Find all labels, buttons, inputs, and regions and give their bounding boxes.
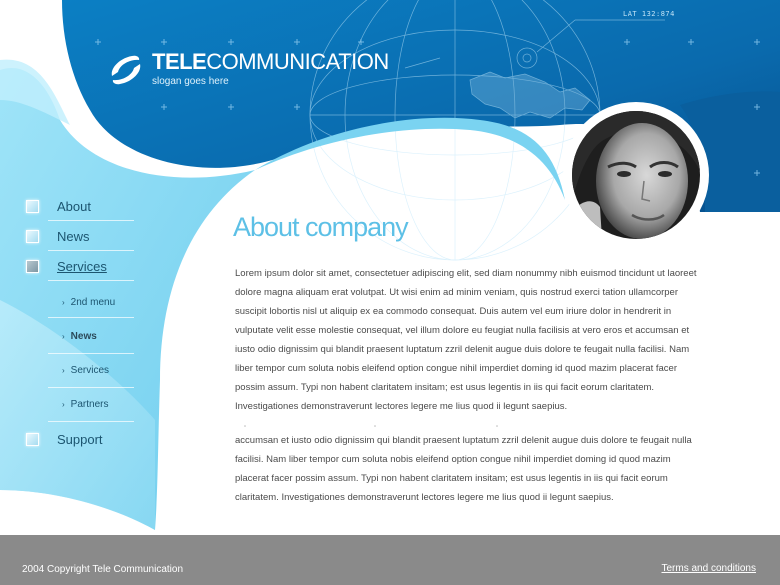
brand-name-bold: TELE <box>152 49 207 74</box>
footer: 2004 Copyright Tele Communication Terms … <box>0 535 780 585</box>
subnav-item-label: 2nd menu <box>70 296 116 308</box>
nav-item-label: News <box>57 228 90 244</box>
square-bullet-icon <box>26 259 39 273</box>
content-paragraph: accumsan et iusto odio dignissim qui bla… <box>235 435 692 503</box>
dotted-divider <box>244 425 498 427</box>
subnav-item-label: News <box>70 330 97 342</box>
arrow-right-icon: › <box>62 297 65 307</box>
subnav-divider <box>48 421 134 422</box>
coordinate-readout: LAT 132:874 <box>623 10 675 18</box>
nav-item-label: About <box>57 198 91 214</box>
nav-divider <box>48 280 134 281</box>
arrow-right-icon: › <box>62 399 65 409</box>
square-bullet-icon <box>26 229 39 243</box>
page-title: About company <box>233 212 409 242</box>
subnav-item-label: Services <box>70 364 110 376</box>
brand-name: TELECOMMUNICATION <box>152 50 389 74</box>
terms-link[interactable]: Terms and conditions <box>662 563 757 574</box>
page: TELECOMMUNICATION slogan goes here LAT 1… <box>0 0 780 585</box>
arrow-right-icon: › <box>62 365 65 375</box>
woman-portrait-photo <box>572 111 700 239</box>
brand-logo[interactable]: TELECOMMUNICATION slogan goes here <box>106 50 389 90</box>
nav-item-about[interactable]: About <box>26 191 134 221</box>
subnav-item-partners[interactable]: › Partners <box>62 387 134 421</box>
nav-item-label: Support <box>57 431 103 447</box>
swirl-logo-icon <box>111 55 141 85</box>
subnav-item-news[interactable]: › News <box>62 319 134 353</box>
copyright-text: 2004 Copyright Tele Communication <box>22 564 184 575</box>
subnav-divider <box>48 317 134 318</box>
subnav-item-label: Partners <box>70 398 109 410</box>
brand-slogan: slogan goes here <box>152 76 229 87</box>
nav-item-label: Services <box>57 258 107 274</box>
arrow-right-icon: › <box>62 331 65 341</box>
square-bullet-icon <box>26 199 39 213</box>
subnav-item-services[interactable]: › Services <box>62 353 134 387</box>
nav-item-news[interactable]: News <box>26 221 134 251</box>
subnav-item-2nd-menu[interactable]: › 2nd menu <box>62 285 134 319</box>
square-bullet-icon <box>26 432 39 446</box>
content-paragraph: Lorem ipsum dolor sit amet, consectetuer… <box>235 268 697 412</box>
nav-item-services[interactable]: Services <box>26 251 134 281</box>
nav-item-support[interactable]: Support <box>26 424 134 454</box>
brand-name-rest: COMMUNICATION <box>206 49 389 74</box>
